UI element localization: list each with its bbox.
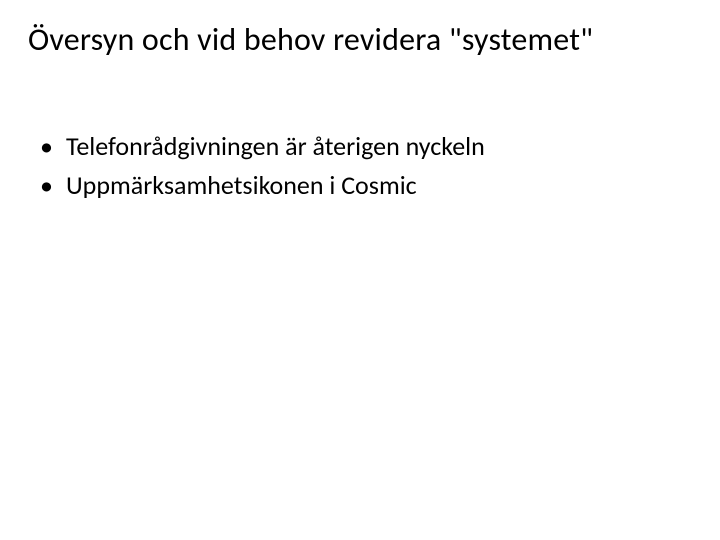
bullet-list: Telefonrådgivningen är återigen nyckeln … — [28, 129, 692, 203]
slide-title: Översyn och vid behov revidera "systemet… — [28, 22, 692, 59]
list-item: Telefonrådgivningen är återigen nyckeln — [40, 129, 692, 164]
list-item: Uppmärksamhetsikonen i Cosmic — [40, 168, 692, 203]
slide: Översyn och vid behov revidera "systemet… — [0, 0, 720, 540]
